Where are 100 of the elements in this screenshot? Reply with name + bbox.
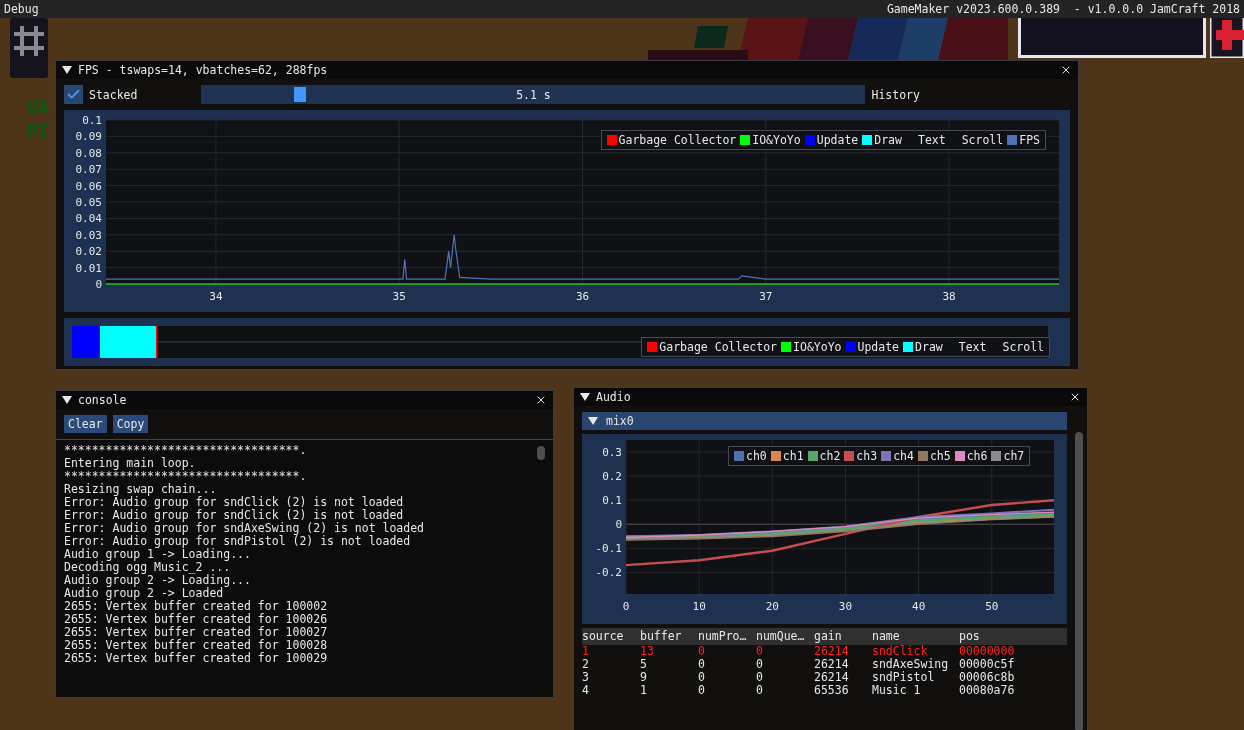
table-cell-text: 00006c8b — [959, 671, 1016, 684]
tick-label: 0.08 — [75, 146, 102, 160]
tick-label: -0.2 — [595, 566, 622, 580]
tick-label: 0.06 — [75, 179, 102, 193]
tick-label: 0.04 — [75, 212, 102, 226]
legend-item: Text — [957, 340, 987, 354]
tick-label: 0.2 — [602, 470, 622, 484]
column-header[interactable]: name — [872, 628, 959, 645]
slider-label: History — [871, 87, 920, 102]
legend-item: ch7 — [991, 449, 1025, 463]
tick-label: 50 — [985, 600, 999, 613]
log-line: **********************************. — [64, 444, 307, 457]
legend-item: Update — [845, 340, 900, 354]
log-line: Resizing swap chain... — [64, 483, 217, 496]
legend-item: ch2 — [807, 449, 841, 463]
table-cell-text: 00080a76 — [959, 684, 1016, 697]
column-header[interactable]: pos — [959, 628, 1067, 645]
column-header[interactable]: buffer — [640, 628, 698, 645]
window-title: Audio — [596, 390, 632, 404]
tick-label: 36 — [575, 290, 590, 303]
tick-label: 0.05 — [75, 196, 102, 209]
window-title: FPS - tswaps=14, vbatches=62, 288fps — [78, 63, 329, 77]
tick-label: 20 — [765, 600, 779, 613]
table-cell-text: sndAxeSwing — [872, 658, 950, 671]
tick-label: 0.1 — [602, 494, 622, 508]
column-header[interactable]: source — [582, 628, 640, 645]
log-line: **********************************. — [64, 470, 307, 483]
log-line: 2655: Vertex buffer created for 100029 — [64, 652, 328, 665]
section-header[interactable]: mix0 — [582, 412, 1067, 430]
log-line: Error: Audio group for sndAxeSwing (2) is not loaded — [64, 522, 425, 535]
table-cell-text: 0 — [698, 684, 706, 697]
table-cell-text: 1 — [582, 645, 590, 658]
table-cell-text: 2 — [582, 658, 590, 671]
log-line: 2655: Vertex buffer created for 100028 — [64, 639, 328, 652]
tick-label: 37 — [759, 290, 773, 303]
legend-item: ch1 — [770, 449, 804, 463]
table-cell-text: 4 — [582, 684, 590, 697]
console-button[interactable]: Clear — [64, 415, 107, 433]
tick-label: 38 — [942, 290, 956, 303]
log-line: 2655: Vertex buffer created for 100027 — [64, 626, 328, 639]
log-line: Error: Audio group for sndClick (2) is not loaded — [64, 509, 404, 522]
table-cell-text: 1 — [640, 684, 648, 697]
legend-item: ch4 — [881, 449, 914, 463]
log-line: 2655: Vertex buffer created for 100026 — [64, 613, 328, 626]
table-cell-text: 0 — [698, 671, 706, 684]
table-cell-text: 26214 — [814, 658, 850, 671]
tick-label: 0 — [622, 600, 630, 613]
legend-item: IO&YoYo — [740, 133, 801, 147]
legend-item: Update — [804, 133, 859, 147]
log-line: Entering main loop. — [64, 457, 196, 470]
table-cell-text: 26214 — [814, 671, 850, 684]
tick-label: 0.01 — [75, 261, 102, 275]
log-line: 2655: Vertex buffer created for 100002 — [64, 600, 328, 613]
legend-item: Draw — [862, 133, 902, 147]
table-cell-text: 13 — [640, 645, 655, 658]
tick-label: 30 — [838, 600, 853, 613]
legend-item: ch5 — [917, 449, 951, 463]
table-cell-text: 00000c5f — [959, 658, 1016, 671]
table-cell-text: 00000000 — [959, 645, 1016, 658]
legend-item: Draw — [903, 340, 943, 354]
log-line: Decoding ogg Music_2 ... — [64, 561, 231, 574]
table-cell-text: 26214 — [814, 645, 850, 658]
game-text: PI — [26, 120, 49, 142]
debug-menu[interactable]: Debug — [4, 1, 39, 17]
legend-item: Text — [916, 133, 946, 147]
version-label: GameMaker v2023.600.0.389 - v1.0.0.0 JamCraft 2018 — [886, 1, 1240, 17]
column-header[interactable]: numQue… — [756, 628, 814, 645]
legend-item: ch6 — [954, 449, 988, 463]
table-cell-text: 0 — [698, 645, 706, 658]
log-line: Audio group 2 -> Loading... — [64, 574, 251, 587]
column-header[interactable]: gain — [814, 628, 872, 645]
history-slider[interactable]: 5.1 s — [201, 85, 866, 104]
table-cell-text: 0 — [756, 684, 764, 697]
tick-label: 0.02 — [75, 245, 102, 259]
legend-item: Scroll — [960, 133, 1004, 147]
log-line: Audio group 1 -> Loading... — [64, 548, 251, 561]
column-header[interactable]: numPro… — [698, 628, 756, 645]
log-line: Error: Audio group for sndPistol (2) is not loaded — [64, 535, 411, 548]
tick-label: 0.03 — [75, 228, 102, 242]
tick-label: 10 — [692, 600, 706, 613]
legend-item: Garbage Collector — [647, 340, 778, 354]
table-cell-text: Music 1 — [872, 684, 922, 697]
tick-label: 35 — [392, 290, 406, 303]
table-cell-text: 0 — [756, 671, 764, 684]
table-cell-text: 0 — [698, 658, 706, 671]
legend-item: ch0 — [734, 449, 767, 463]
table-cell-text: 65536 — [814, 684, 850, 697]
tick-label: 0.1 — [82, 114, 102, 127]
log-line: Error: Audio group for sndClick (2) is not loaded — [64, 496, 404, 509]
legend-item: Garbage Collector — [606, 133, 737, 147]
tick-label: 34 — [209, 290, 223, 303]
console-button[interactable]: Copy — [112, 415, 149, 433]
table-cell-text: 9 — [640, 671, 648, 684]
legend-item: IO&YoYo — [781, 340, 842, 354]
tick-label: -0.1 — [595, 542, 622, 556]
table-cell-text: sndClick — [872, 645, 929, 658]
checkbox-label: Stacked — [89, 87, 138, 102]
legend-item: Scroll — [1001, 340, 1044, 354]
tick-label: 0 — [615, 518, 622, 532]
table-cell-text: 5 — [640, 658, 648, 671]
